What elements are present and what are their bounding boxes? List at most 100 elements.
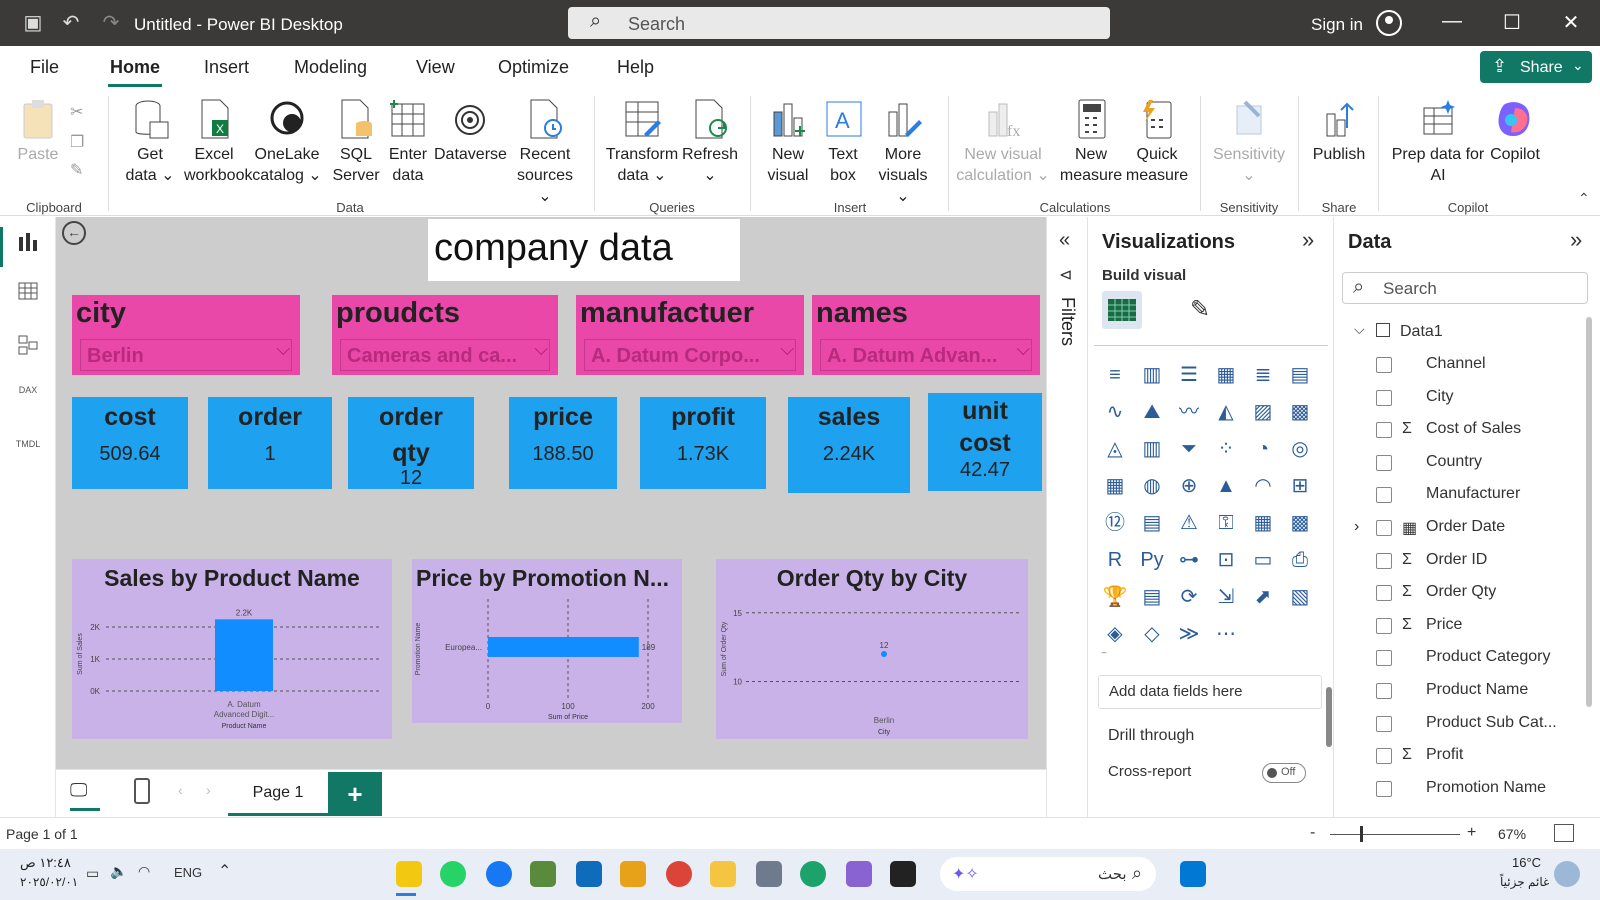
slicer-city[interactable]: city Berlin ⌵ — [72, 295, 300, 375]
wifi-icon[interactable]: ◠ — [138, 863, 150, 880]
menu-optimize[interactable]: Optimize — [498, 57, 569, 78]
terminal-icon[interactable] — [890, 861, 916, 887]
card-cost[interactable]: cost 509.64 — [72, 397, 188, 489]
format-visual-icon[interactable]: ✎ — [1190, 295, 1210, 324]
field-checkbox[interactable] — [1376, 454, 1392, 471]
shape-icon[interactable]: ◇ — [1139, 621, 1165, 647]
stacked-area-icon[interactable]: 〰 — [1176, 399, 1202, 425]
undo-icon[interactable]: ↶ — [58, 10, 84, 36]
edge-icon[interactable] — [800, 861, 826, 887]
page-prev-icon[interactable]: ‹ — [178, 782, 183, 798]
get-more-icon[interactable]: ◈ — [1102, 621, 1128, 647]
card-price[interactable]: price 188.50 — [509, 397, 617, 489]
more-visuals-button[interactable]: More visuals ⌄ — [870, 98, 936, 207]
field-checkbox[interactable] — [1376, 487, 1392, 504]
card-order[interactable]: order 1 — [208, 397, 332, 489]
chevron-down-icon[interactable]: ⌵ — [534, 339, 548, 360]
field-checkbox[interactable] — [1376, 748, 1392, 765]
area-icon[interactable]: ⛰ — [1139, 399, 1165, 425]
funnel-icon[interactable]: ⏷ — [1176, 436, 1202, 462]
copilot-taskbar-icon[interactable] — [846, 861, 872, 887]
more-icon[interactable]: ⋯ — [1213, 621, 1239, 647]
dataverse-button[interactable]: Dataverse — [434, 98, 507, 165]
slicer-dropdown[interactable]: Berlin — [80, 339, 292, 371]
publish-button[interactable]: Publish — [1308, 98, 1370, 165]
filters-pane-collapsed[interactable]: « ⊲ Filters — [1046, 217, 1088, 817]
collapse-right-icon[interactable]: » — [1570, 227, 1582, 253]
qa-icon[interactable]: ▭ — [1250, 547, 1276, 573]
stacked-bar-icon[interactable]: ≡ — [1102, 362, 1128, 388]
table-name[interactable]: Data1 — [1400, 323, 1443, 341]
store-icon[interactable] — [576, 861, 602, 887]
stacked-column-icon[interactable]: ▥ — [1139, 362, 1165, 388]
slicer-products[interactable]: proudcts Cameras and ca... ⌵ — [332, 295, 558, 375]
pie-icon[interactable]: ◔ — [1250, 436, 1276, 462]
format-painter-icon[interactable]: ✎ — [70, 160, 83, 180]
gauge-icon[interactable]: ◠ — [1250, 473, 1276, 499]
card-profit[interactable]: profit 1.73K — [640, 397, 766, 489]
get-data-button[interactable]: Get data ⌄ — [120, 98, 180, 186]
field-checkbox[interactable] — [1376, 617, 1392, 634]
field-checkbox[interactable] — [1376, 520, 1392, 536]
chrome-icon[interactable] — [666, 861, 692, 887]
chevron-down-icon[interactable]: ⌵ — [1016, 339, 1030, 360]
key-influencers-icon[interactable]: ⊶ — [1176, 547, 1202, 573]
clustered-bar-icon[interactable]: ☰ — [1176, 362, 1202, 388]
close-icon[interactable]: ✕ — [1556, 10, 1586, 35]
share-button[interactable]: ⇪ Share ⌄ — [1480, 51, 1592, 83]
sign-in-link[interactable]: Sign in — [1311, 15, 1363, 35]
maximize-icon[interactable]: ☐ — [1497, 10, 1527, 35]
search-box[interactable]: ⌕ Search — [568, 7, 1110, 39]
chart-order-qty-by-city[interactable]: Order Qty by City 10 15 Sum of Order Qty 12… — [716, 559, 1028, 739]
menu-modeling[interactable]: Modeling — [294, 57, 367, 78]
field-checkbox[interactable] — [1376, 389, 1392, 406]
excel-workbook-button[interactable]: X Excel workbook — [184, 98, 252, 186]
model-view-icon[interactable] — [14, 333, 42, 361]
sql-server-button[interactable]: SQL Server — [330, 98, 382, 186]
refresh-button[interactable]: Refresh ⌄ — [680, 98, 740, 186]
zoom-out-icon[interactable]: - — [1310, 824, 1315, 842]
scatter-icon[interactable]: ⁘ — [1213, 436, 1239, 462]
save-icon[interactable]: ▣ — [20, 10, 46, 36]
chevron-down-icon[interactable]: ⌵ — [1354, 321, 1365, 338]
paste-button[interactable]: Paste — [14, 98, 62, 165]
kpi-card-icon[interactable]: ⊞ — [1287, 473, 1313, 499]
back-arrow-icon[interactable]: ← — [62, 221, 86, 245]
treemap-icon[interactable]: ▦ — [1102, 473, 1128, 499]
scrollbar[interactable] — [1326, 687, 1332, 747]
build-visual-tab[interactable] — [1102, 291, 1142, 329]
power-automate-icon[interactable]: ⇲ — [1213, 584, 1239, 610]
chevron-up-icon[interactable]: ⌃ — [218, 861, 231, 881]
quick-measure-button[interactable]: Quick measure — [1124, 98, 1190, 186]
decomposition-tree-icon[interactable]: ⊡ — [1213, 547, 1239, 573]
menu-home[interactable]: Home — [110, 57, 160, 78]
smart-narrative-icon[interactable]: ⬈ — [1250, 584, 1276, 610]
battery-icon[interactable]: ▭ — [86, 865, 99, 882]
new-visual-button[interactable]: New visual — [760, 98, 816, 186]
matrix-icon[interactable]: ▩ — [1287, 510, 1313, 536]
text-box-button[interactable]: A Text box — [818, 98, 868, 186]
add-page-button[interactable]: + — [328, 772, 382, 816]
card-order-qty[interactable]: order qty 12 — [348, 397, 474, 489]
arcgis-icon[interactable]: ≫ — [1176, 621, 1202, 647]
menu-view[interactable]: View — [416, 57, 455, 78]
card-unit-cost[interactable]: unit cost 42.47 — [928, 393, 1042, 491]
zoom-slider-thumb[interactable] — [1360, 826, 1363, 842]
minimize-icon[interactable]: — — [1437, 10, 1467, 33]
menu-file[interactable]: File — [30, 57, 59, 78]
collapse-right-icon[interactable]: » — [1302, 227, 1314, 253]
taskbar-search[interactable]: ✦✧ بحث ⌕ — [940, 857, 1156, 891]
slicer-icon[interactable]: ⚿ — [1213, 510, 1239, 536]
slicer-manufacturer[interactable]: manufactuer A. Datum Corpo... ⌵ — [576, 295, 804, 375]
tmdl-view-icon[interactable]: TMDL — [14, 439, 42, 467]
copilot-button[interactable]: Copilot — [1490, 98, 1540, 165]
card-sales[interactable]: sales 2.24K — [788, 397, 910, 493]
account-icon[interactable] — [1376, 10, 1402, 36]
zoom-slider-track[interactable] — [1330, 834, 1460, 835]
python-visual-icon[interactable]: Py — [1139, 547, 1165, 573]
cut-icon[interactable]: ✂ — [70, 102, 83, 122]
line-column-icon[interactable]: ▨ — [1250, 399, 1276, 425]
menu-insert[interactable]: Insert — [204, 57, 249, 78]
enter-data-button[interactable]: Enter data — [384, 98, 432, 186]
report-view-icon[interactable] — [14, 229, 42, 257]
